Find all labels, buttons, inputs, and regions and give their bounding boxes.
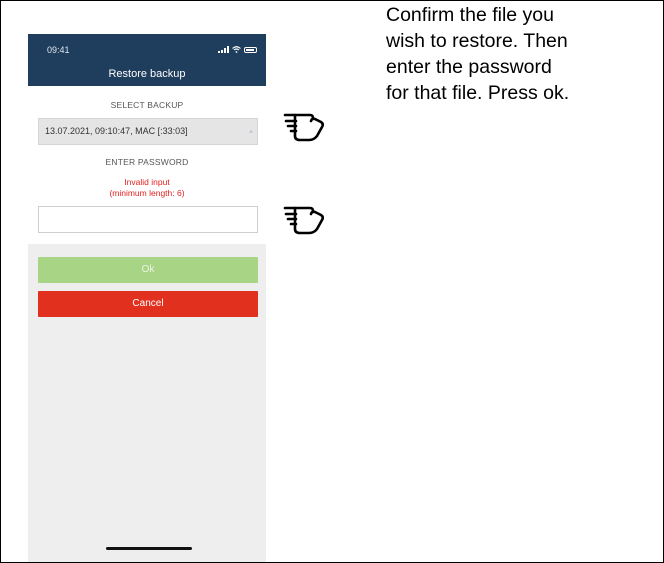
instruction-line: for that file. Press ok. xyxy=(386,82,570,104)
ok-button[interactable]: Ok xyxy=(38,257,258,283)
instruction-line: wish to restore. Then xyxy=(386,30,568,52)
pointing-hand-icon xyxy=(283,113,325,142)
signal-icon xyxy=(218,46,229,53)
cancel-button[interactable]: Cancel xyxy=(38,291,258,317)
enter-password-label: ENTER PASSWORD xyxy=(105,157,189,167)
status-icons xyxy=(218,46,257,53)
backup-select[interactable]: 13.07.2021, 09:10:47, MAC [:33:03] ▴ xyxy=(38,118,258,145)
status-time: 09:41 xyxy=(47,45,70,55)
select-backup-label: SELECT BACKUP xyxy=(110,100,184,110)
backup-select-value: 13.07.2021, 09:10:47, MAC [:33:03] xyxy=(45,126,188,136)
restore-form: SELECT BACKUP 13.07.2021, 09:10:47, MAC … xyxy=(28,86,266,244)
instruction-text: Confirm the file you wish to restore. Th… xyxy=(386,2,664,106)
battery-icon xyxy=(244,47,257,53)
app-header: 09:41 Restore backup xyxy=(28,34,266,86)
error-message-line2: (minimum length: 6) xyxy=(109,188,185,198)
page-title: Restore backup xyxy=(108,68,186,80)
home-indicator[interactable] xyxy=(106,547,192,550)
instruction-line: enter the password xyxy=(386,56,552,78)
wifi-icon xyxy=(232,46,241,53)
error-message-line1: Invalid input xyxy=(124,177,170,187)
dropdown-arrow-icon: ▴ xyxy=(249,128,253,135)
phone-screen: 09:41 Restore backup SELECT BACKUP 13.07… xyxy=(28,34,266,562)
password-field[interactable] xyxy=(38,206,258,233)
pointing-hand-icon xyxy=(283,206,325,235)
instruction-line: Confirm the file you xyxy=(386,4,554,26)
